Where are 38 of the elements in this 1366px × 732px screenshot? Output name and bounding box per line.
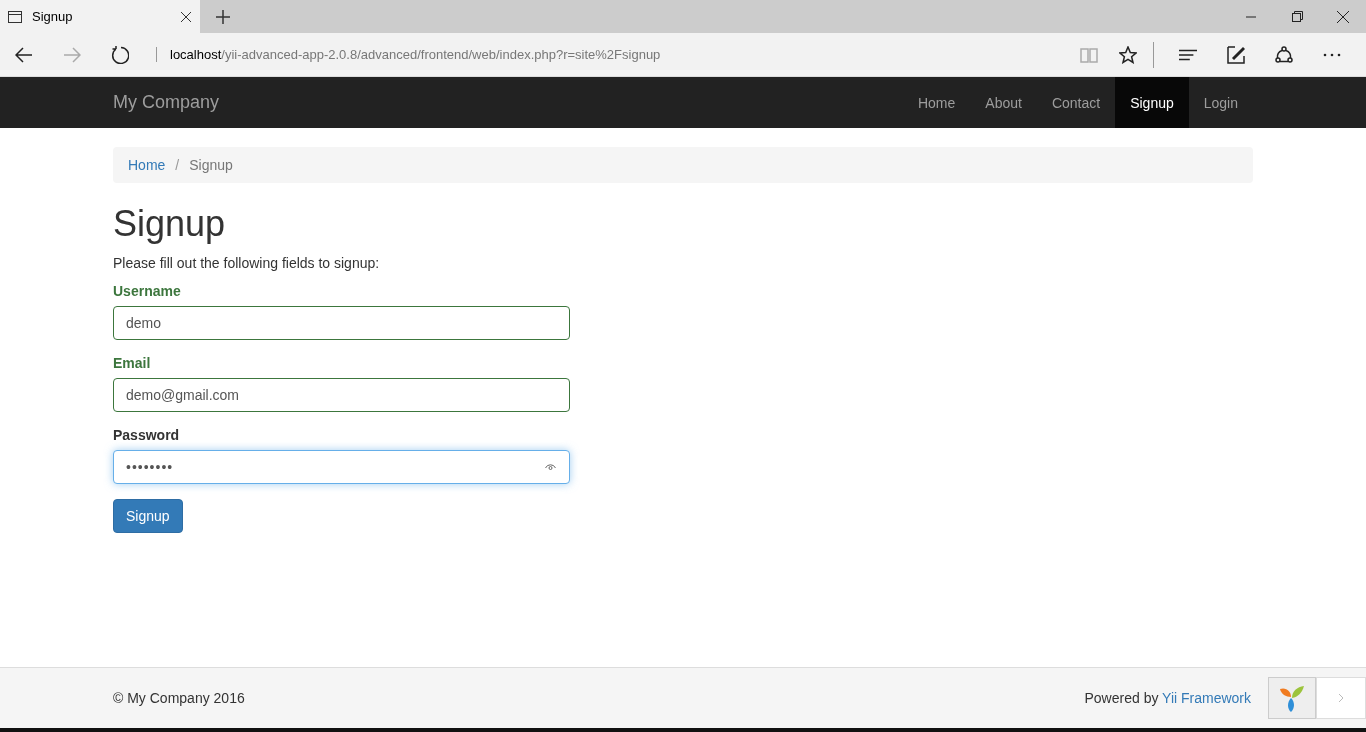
nav-link[interactable]: About (970, 77, 1037, 128)
share-icon[interactable] (1275, 45, 1293, 64)
page-icon (8, 10, 22, 23)
signup-button[interactable]: Signup (113, 499, 183, 533)
input-field[interactable]: demo@gmail.com (113, 378, 570, 412)
breadcrumb-link[interactable]: Home (128, 157, 166, 173)
nav-link[interactable]: Signup (1115, 77, 1189, 128)
restore-icon[interactable] (1291, 11, 1303, 22)
close-icon[interactable] (180, 10, 192, 23)
brand-link[interactable]: My Company (113, 92, 220, 113)
new-tab-icon[interactable] (216, 9, 230, 24)
powered-by-text: Powered by Yii Framework (1084, 690, 1251, 706)
browser-tab[interactable]: Signup (0, 0, 200, 33)
page-heading: Signup (113, 203, 227, 245)
field-label: Username (113, 283, 182, 299)
intro-text: Please fill out the following fields to signup: (113, 255, 381, 271)
field-label: Email (113, 355, 152, 371)
breadcrumb-separator: / (174, 157, 181, 173)
more-icon[interactable] (1323, 52, 1341, 57)
field-label: Password (113, 427, 181, 443)
nav-link[interactable]: Home (902, 77, 971, 128)
eye-icon[interactable] (545, 463, 556, 471)
close-icon[interactable] (1337, 10, 1349, 23)
leaf-logo-icon (1278, 683, 1306, 713)
breadcrumb-current: Signup (189, 157, 233, 173)
star-icon[interactable] (1119, 45, 1137, 64)
framework-link[interactable]: Yii Framework (1162, 690, 1251, 706)
debug-toolbar-logo[interactable] (1268, 677, 1316, 719)
back-icon[interactable] (15, 45, 33, 64)
nav-link[interactable]: Contact (1036, 77, 1116, 128)
tab-title: Signup (32, 9, 74, 24)
nav-link[interactable]: Login (1188, 77, 1253, 128)
pen-icon[interactable] (1227, 45, 1245, 64)
refresh-icon[interactable] (111, 45, 129, 64)
input-field[interactable]: demo (113, 306, 570, 340)
minimize-icon[interactable] (1246, 15, 1256, 18)
input-field[interactable]: •••••••• (113, 450, 570, 484)
copyright-text: © My Company 2016 (113, 690, 245, 706)
